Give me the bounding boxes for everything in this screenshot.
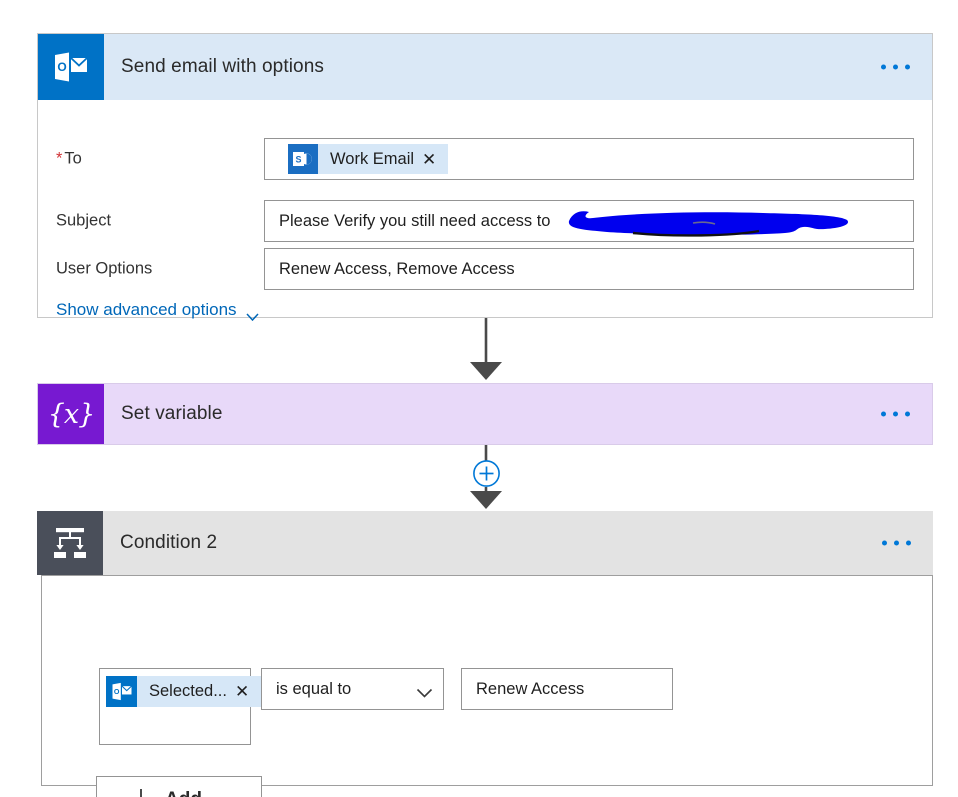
card-title-send-email: Send email with options <box>121 56 324 77</box>
input-user-options-value: Renew Access, Remove Access <box>279 259 515 278</box>
field-row-user-options: User Options Renew Access, Remove Access <box>38 248 932 290</box>
sharepoint-icon: S <box>288 144 318 174</box>
field-label-subject: Subject <box>56 211 112 230</box>
outlook-icon: O <box>106 676 137 707</box>
condition-operator-value: is equal to <box>276 679 352 698</box>
token-label-work-email: Work Email <box>330 149 415 168</box>
action-card-condition[interactable]: Condition 2 O Selected... ✕ is equal to … <box>37 511 933 797</box>
card-menu-button-set-variable[interactable] <box>881 411 910 417</box>
card-menu-button-condition[interactable] <box>882 540 911 546</box>
card-header-condition[interactable]: Condition 2 <box>37 511 933 575</box>
plus-icon <box>130 788 152 797</box>
show-advanced-options-label: Show advanced options <box>56 300 237 319</box>
outlook-icon: O <box>38 34 104 100</box>
action-card-send-email[interactable]: O Send email with options * To S Work Em… <box>37 33 933 322</box>
chevron-down-icon <box>245 306 259 322</box>
connector-email-to-setvariable <box>0 318 958 383</box>
required-asterisk: * <box>56 149 63 168</box>
variable-braces-icon: {x} <box>38 384 104 444</box>
show-advanced-options-link[interactable]: Show advanced options <box>56 300 259 322</box>
input-to[interactable]: S Work Email ✕ <box>264 138 914 180</box>
condition-left-operand-field[interactable]: O Selected... ✕ <box>99 668 262 745</box>
ellipsis-dot <box>894 540 899 546</box>
action-card-set-variable[interactable]: {x} Set variable <box>37 383 933 445</box>
field-label-to: * To <box>56 150 82 169</box>
card-body-send-email: * To S Work Email ✕ Subject Please Verif… <box>38 100 932 322</box>
card-header-set-variable[interactable]: {x} Set variable <box>38 384 932 444</box>
ellipsis-dot <box>893 411 898 417</box>
card-title-set-variable: Set variable <box>121 403 223 424</box>
svg-text:O: O <box>57 60 66 74</box>
field-row-to: * To S Work Email ✕ <box>38 138 932 180</box>
condition-operator-dropdown[interactable]: is equal to <box>261 668 444 710</box>
variable-braces-glyph: {x} <box>47 398 96 430</box>
ellipsis-dot <box>905 411 910 417</box>
token-remove-icon[interactable]: ✕ <box>422 151 448 168</box>
input-user-options[interactable]: Renew Access, Remove Access <box>264 248 914 290</box>
card-menu-button-send-email[interactable] <box>881 64 910 70</box>
condition-value-input[interactable]: Renew Access <box>461 668 673 710</box>
ellipsis-dot <box>893 64 898 70</box>
add-condition-button[interactable]: Add <box>96 776 262 797</box>
flow-designer-canvas: O Send email with options * To S Work Em… <box>0 0 958 797</box>
ellipsis-dot <box>881 411 886 417</box>
condition-value-text: Renew Access <box>476 679 585 698</box>
svg-text:S: S <box>295 155 301 165</box>
add-condition-label: Add <box>165 789 202 797</box>
card-body-condition: O Selected... ✕ is equal to Renew Access <box>41 575 933 797</box>
card-title-condition: Condition 2 <box>120 532 218 553</box>
condition-branch-icon <box>37 511 103 575</box>
card-header-send-email[interactable]: O Send email with options <box>38 34 932 100</box>
field-label-user-options: User Options <box>56 259 153 278</box>
ellipsis-dot <box>881 64 886 70</box>
ellipsis-dot <box>882 540 887 546</box>
token-label-selected: Selected... <box>149 682 227 700</box>
field-row-subject: Subject Please Verify you still need acc… <box>38 200 932 242</box>
token-selected-option[interactable]: O Selected... ✕ <box>106 676 262 707</box>
input-subject-value: Please Verify you still need access to <box>279 211 551 230</box>
token-work-email[interactable]: S Work Email ✕ <box>288 144 449 174</box>
chevron-down-icon <box>416 685 433 698</box>
field-label-to-text: To <box>64 149 82 168</box>
ellipsis-dot <box>905 64 910 70</box>
redaction-mark <box>563 203 853 239</box>
insert-step-button[interactable] <box>472 459 501 488</box>
token-remove-icon[interactable]: ✕ <box>235 683 261 700</box>
input-subject[interactable]: Please Verify you still need access to <box>264 200 914 242</box>
svg-text:O: O <box>113 688 119 696</box>
ellipsis-dot <box>906 540 911 546</box>
